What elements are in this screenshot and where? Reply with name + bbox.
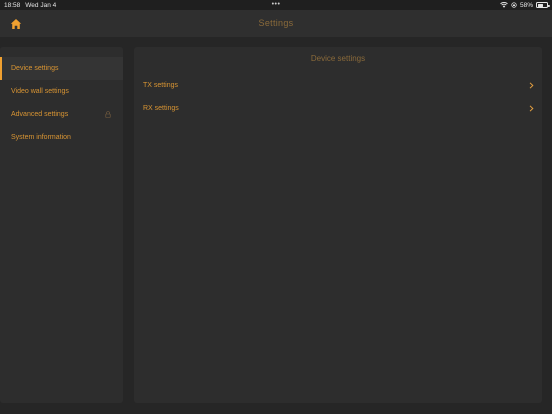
battery-fill — [537, 3, 543, 7]
rx-settings-row[interactable]: RX settings — [134, 97, 542, 120]
sidebar-item-advanced-settings[interactable]: Advanced settings — [0, 103, 123, 126]
sidebar-item-device-settings[interactable]: Device settings — [0, 57, 123, 80]
status-bar: 18:58 Wed Jan 4 ••• 58% — [0, 0, 552, 10]
multitasking-dots-icon[interactable]: ••• — [272, 1, 281, 8]
lock-icon — [105, 111, 111, 118]
page-title: Settings — [258, 18, 294, 28]
chevron-right-icon — [529, 82, 534, 89]
chevron-right-icon — [529, 105, 534, 112]
tx-settings-row[interactable]: TX settings — [134, 74, 542, 97]
sidebar-item-label: Video wall settings — [11, 88, 69, 95]
sidebar-item-system-information[interactable]: System information — [0, 126, 123, 149]
wifi-icon — [500, 2, 508, 8]
header: Settings — [0, 10, 552, 37]
orientation-lock-icon — [511, 2, 517, 8]
battery-percent: 58% — [519, 1, 533, 9]
panel-title: Device settings — [310, 54, 366, 63]
row-label: RX settings — [143, 105, 179, 112]
sidebar: Device settings Video wall settings Adva… — [0, 47, 123, 403]
settings-panel: Device settings TX settings RX settings — [134, 47, 542, 403]
sidebar-item-label: Advanced settings — [11, 111, 69, 118]
row-label: TX settings — [143, 82, 179, 89]
sidebar-item-video-wall-settings[interactable]: Video wall settings — [0, 80, 123, 103]
battery-icon — [536, 2, 550, 8]
sidebar-item-label: Device settings — [11, 65, 59, 72]
sidebar-item-label: System information — [11, 134, 71, 141]
status-time: 18:58 — [4, 1, 21, 9]
status-date: Wed Jan 4 — [25, 1, 57, 9]
